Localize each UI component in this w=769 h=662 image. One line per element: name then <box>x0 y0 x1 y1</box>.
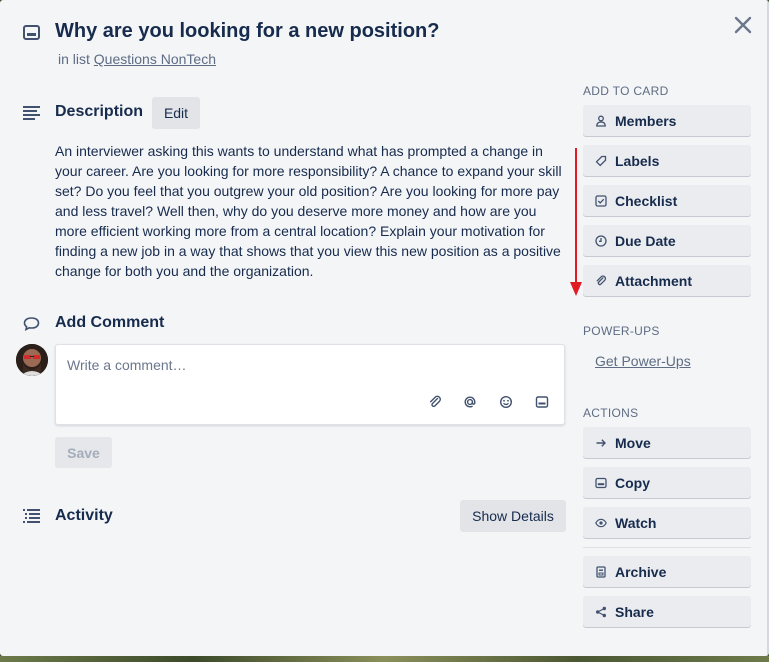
card-icon <box>595 477 607 488</box>
avatar-image <box>16 344 48 376</box>
card-icon <box>23 25 40 40</box>
attachment-label: Attachment <box>615 272 693 289</box>
members-label: Members <box>615 112 677 129</box>
add-comment-heading: Add Comment <box>55 314 165 331</box>
actions-heading: ACTIONS <box>583 406 639 420</box>
paperclip-icon <box>596 274 607 285</box>
checklist-label: Checklist <box>615 192 678 209</box>
checklist-button[interactable]: Checklist <box>583 185 751 216</box>
share-label: Share <box>615 603 654 620</box>
due-date-label: Due Date <box>615 232 676 249</box>
clock-icon <box>595 234 607 247</box>
description-icon <box>23 106 40 120</box>
watch-label: Watch <box>615 514 657 531</box>
attachment-button[interactable]: Attachment <box>583 265 751 296</box>
archive-icon <box>596 565 606 578</box>
actions-divider <box>583 547 751 548</box>
move-button[interactable]: Move <box>583 427 751 458</box>
activity-heading: Activity <box>55 507 113 524</box>
emoji-icon[interactable] <box>499 395 513 409</box>
comment-icon <box>23 317 40 331</box>
close-icon[interactable] <box>732 14 754 36</box>
power-ups-heading: POWER-UPS <box>583 324 660 338</box>
comment-placeholder: Write a comment… <box>67 357 187 373</box>
person-icon <box>596 115 606 127</box>
copy-label: Copy <box>615 474 650 491</box>
labels-label: Labels <box>615 152 660 169</box>
watch-button[interactable]: Watch <box>583 507 751 538</box>
list-link[interactable]: Questions NonTech <box>94 51 216 67</box>
comment-input[interactable]: Write a comment… <box>55 344 565 425</box>
description-heading: Description <box>55 103 144 120</box>
mention-icon[interactable] <box>463 395 477 409</box>
annotation-arrow <box>570 148 582 296</box>
members-button[interactable]: Members <box>583 105 751 136</box>
share-button[interactable]: Share <box>583 596 751 627</box>
description-text[interactable]: An interviewer asking this wants to unde… <box>55 141 570 281</box>
save-comment-button[interactable]: Save <box>55 437 112 468</box>
checkbox-icon <box>595 194 607 207</box>
tag-icon <box>595 155 607 166</box>
in-list-prefix: in list <box>58 51 90 67</box>
paperclip-icon[interactable] <box>428 395 442 409</box>
add-to-card-heading: ADD TO CARD <box>583 84 669 98</box>
archive-button[interactable]: Archive <box>583 556 751 587</box>
add-card-icon[interactable] <box>535 395 549 409</box>
move-label: Move <box>615 434 651 451</box>
archive-label: Archive <box>615 563 667 580</box>
card-list-info: in list Questions NonTech <box>58 51 216 67</box>
get-power-ups-link[interactable]: Get Power-Ups <box>595 353 691 369</box>
edit-description-button[interactable]: Edit <box>152 97 200 129</box>
activity-icon <box>23 509 40 523</box>
avatar[interactable] <box>16 344 48 376</box>
card-detail-window: Why are you looking for a new position? … <box>0 0 769 656</box>
board-background <box>0 656 769 662</box>
arrow-right-icon <box>596 438 606 447</box>
labels-button[interactable]: Labels <box>583 145 751 176</box>
eye-icon <box>595 518 607 527</box>
show-details-button[interactable]: Show Details <box>460 500 566 532</box>
copy-button[interactable]: Copy <box>583 467 751 498</box>
share-icon <box>596 606 606 617</box>
due-date-button[interactable]: Due Date <box>583 225 751 256</box>
card-title[interactable]: Why are you looking for a new position? <box>55 20 439 43</box>
